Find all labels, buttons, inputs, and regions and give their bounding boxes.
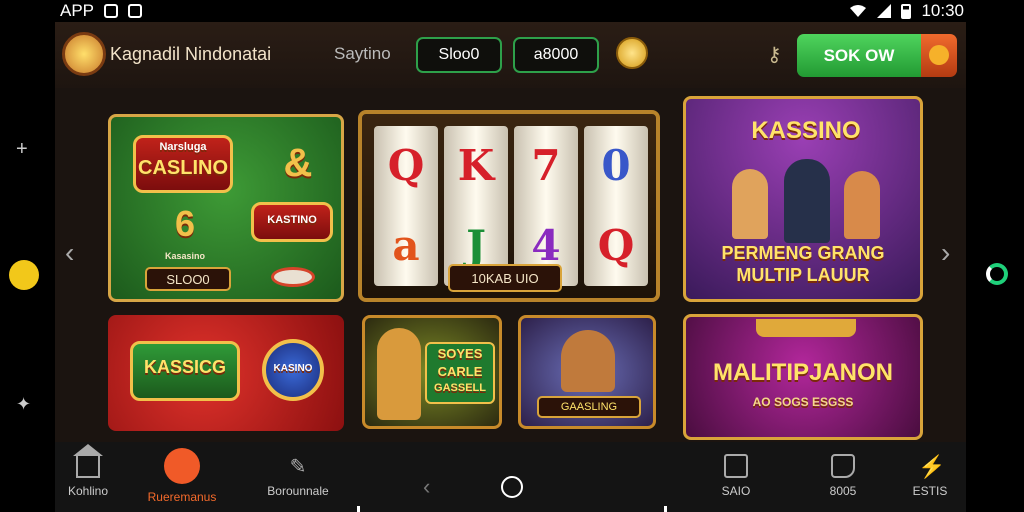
number-icon: 6	[174, 203, 196, 244]
roulette-icon	[164, 448, 200, 484]
nav-item-estis[interactable]: ⚡ ESTIS	[885, 454, 975, 498]
hero-character	[377, 328, 421, 420]
wifi-icon	[850, 5, 867, 17]
casino-label: Kasasino	[164, 251, 206, 261]
nav-label: Kohlino	[67, 484, 109, 498]
nav-item-cards[interactable]: ✎ Borounnale	[253, 454, 343, 498]
plus-icon[interactable]: +	[16, 138, 28, 161]
chip-icon	[271, 267, 315, 287]
bottom-navigation: Kohlino Rueremanus ✎ Borounnale ‹ SAIO 8…	[55, 442, 966, 512]
chevron-left-icon[interactable]: ‹	[65, 237, 74, 269]
battery-icon	[901, 3, 912, 19]
coin-icon[interactable]	[616, 37, 648, 69]
reel-symbol: K	[457, 141, 495, 190]
signal-icon	[877, 4, 892, 18]
hero-badge: GAASLING	[537, 396, 641, 418]
slot-reel: 0 Q	[584, 126, 648, 286]
hero-line-1: SOYES	[437, 346, 483, 361]
jackpot-subtitle: AO SOGS ESGSS	[752, 395, 854, 409]
hero-line-3: GASSELL	[434, 382, 486, 394]
promo-tile[interactable]: KASSINO PERMENG GRANG MULTIP LAUUR	[683, 96, 923, 302]
nav-label: Borounnale	[267, 484, 329, 498]
reel-symbol: 0	[601, 141, 631, 190]
system-back-icon[interactable]: ‹	[423, 474, 430, 500]
status-app-label: APP	[60, 1, 95, 20]
reel-symbol: Q	[387, 141, 425, 190]
promo-line-1: PERMENG GRANG	[721, 243, 885, 263]
key-icon[interactable]: ⚷	[767, 42, 782, 67]
notification-icon	[104, 4, 119, 18]
reel-symbol: 7	[531, 141, 561, 190]
hero-character	[561, 330, 615, 392]
balance-pill[interactable]: Sloo0	[416, 37, 502, 73]
nav-item-saio[interactable]: SAIO	[691, 454, 781, 498]
nav-link[interactable]: Saytino	[334, 44, 391, 64]
red-tile-title: KASSICG	[143, 357, 226, 377]
top-bar: Kagnadil Nindonatai Saytino Sloo0 a8000 …	[55, 22, 966, 88]
casino-title: CASLINO	[138, 157, 228, 179]
system-home-icon[interactable]	[501, 476, 523, 498]
promo-title: KASSINO	[751, 117, 861, 144]
promo-line-2: MULTIP LAUUR	[736, 265, 870, 285]
hero-tile[interactable]: SOYES CARLE GASSELL	[362, 315, 502, 429]
tag-icon	[831, 454, 855, 478]
deposit-button[interactable]: SOK OW	[797, 34, 921, 77]
gallery-icon	[128, 4, 143, 18]
status-left: APP	[60, 1, 143, 21]
brand-name: Kagnadil Nindonatai	[110, 44, 272, 64]
red-casino-tile[interactable]: KASSICG KASINO	[108, 315, 344, 431]
casino-side-badge-label: KASTINO	[267, 214, 317, 226]
nav-label: 8005	[829, 484, 857, 498]
crown-icon	[756, 319, 856, 337]
nav-item-roulette[interactable]: Rueremanus	[137, 448, 227, 504]
left-rail: + ✦	[0, 22, 55, 512]
jackpot-title: MALITIPJANON	[713, 359, 893, 386]
gesture-bar[interactable]	[357, 506, 667, 512]
casino-tile[interactable]: Narsluga CASLINO & 6 KASTINO Kasasino SL…	[108, 114, 344, 302]
record-dot-icon[interactable]	[9, 260, 39, 290]
cards-icon: ✎	[289, 456, 307, 478]
reel-symbol: a	[392, 221, 420, 270]
chevron-right-icon[interactable]: ›	[941, 237, 950, 269]
lightning-icon: ⚡	[918, 454, 946, 479]
sparkle-icon[interactable]: ✦	[16, 394, 31, 415]
reel-symbol: Q	[597, 221, 635, 270]
loading-ring-icon	[986, 263, 1008, 285]
casino-subtitle: Narsluga	[159, 141, 207, 153]
brand-logo-icon[interactable]	[62, 32, 106, 76]
wallet-icon[interactable]	[921, 34, 957, 77]
ampersand-icon: &	[283, 141, 313, 185]
slot-reel: Q a	[374, 126, 438, 286]
slot-reel: 7 4	[514, 126, 578, 286]
nav-item-home[interactable]: Kohlino	[43, 444, 133, 498]
nav-label: ESTIS	[912, 484, 948, 498]
status-time: 10:30	[921, 1, 964, 20]
jackpot-tile[interactable]: MALITIPJANON AO SOGS ESGSS	[683, 314, 923, 440]
status-right: 10:30	[849, 1, 964, 21]
slot-reel: K J	[444, 126, 508, 286]
balance-pill-secondary[interactable]: a8000	[513, 37, 599, 73]
home-icon	[73, 444, 103, 478]
casino-play-button[interactable]: SLOO0	[145, 267, 231, 291]
hero-line-2: CARLE	[437, 364, 483, 379]
slot-spin-button[interactable]: 10KAB UIO	[448, 264, 562, 292]
slot-machine-tile[interactable]: Q a K J 7 4 0 Q 10KAB UIO	[358, 110, 660, 302]
status-bar: APP 10:30	[0, 0, 1024, 22]
square-icon	[724, 454, 748, 478]
red-tile-badge-label: KASINO	[273, 363, 313, 374]
nav-label: SAIO	[721, 484, 751, 498]
right-rail	[966, 22, 1024, 512]
promo-hosts-illustration	[726, 159, 886, 243]
nav-item-8005[interactable]: 8005	[798, 454, 888, 498]
hero-tile-secondary[interactable]: GAASLING	[518, 315, 656, 429]
nav-label: Rueremanus	[147, 490, 217, 504]
app-screen: Kagnadil Nindonatai Saytino Sloo0 a8000 …	[55, 22, 966, 512]
